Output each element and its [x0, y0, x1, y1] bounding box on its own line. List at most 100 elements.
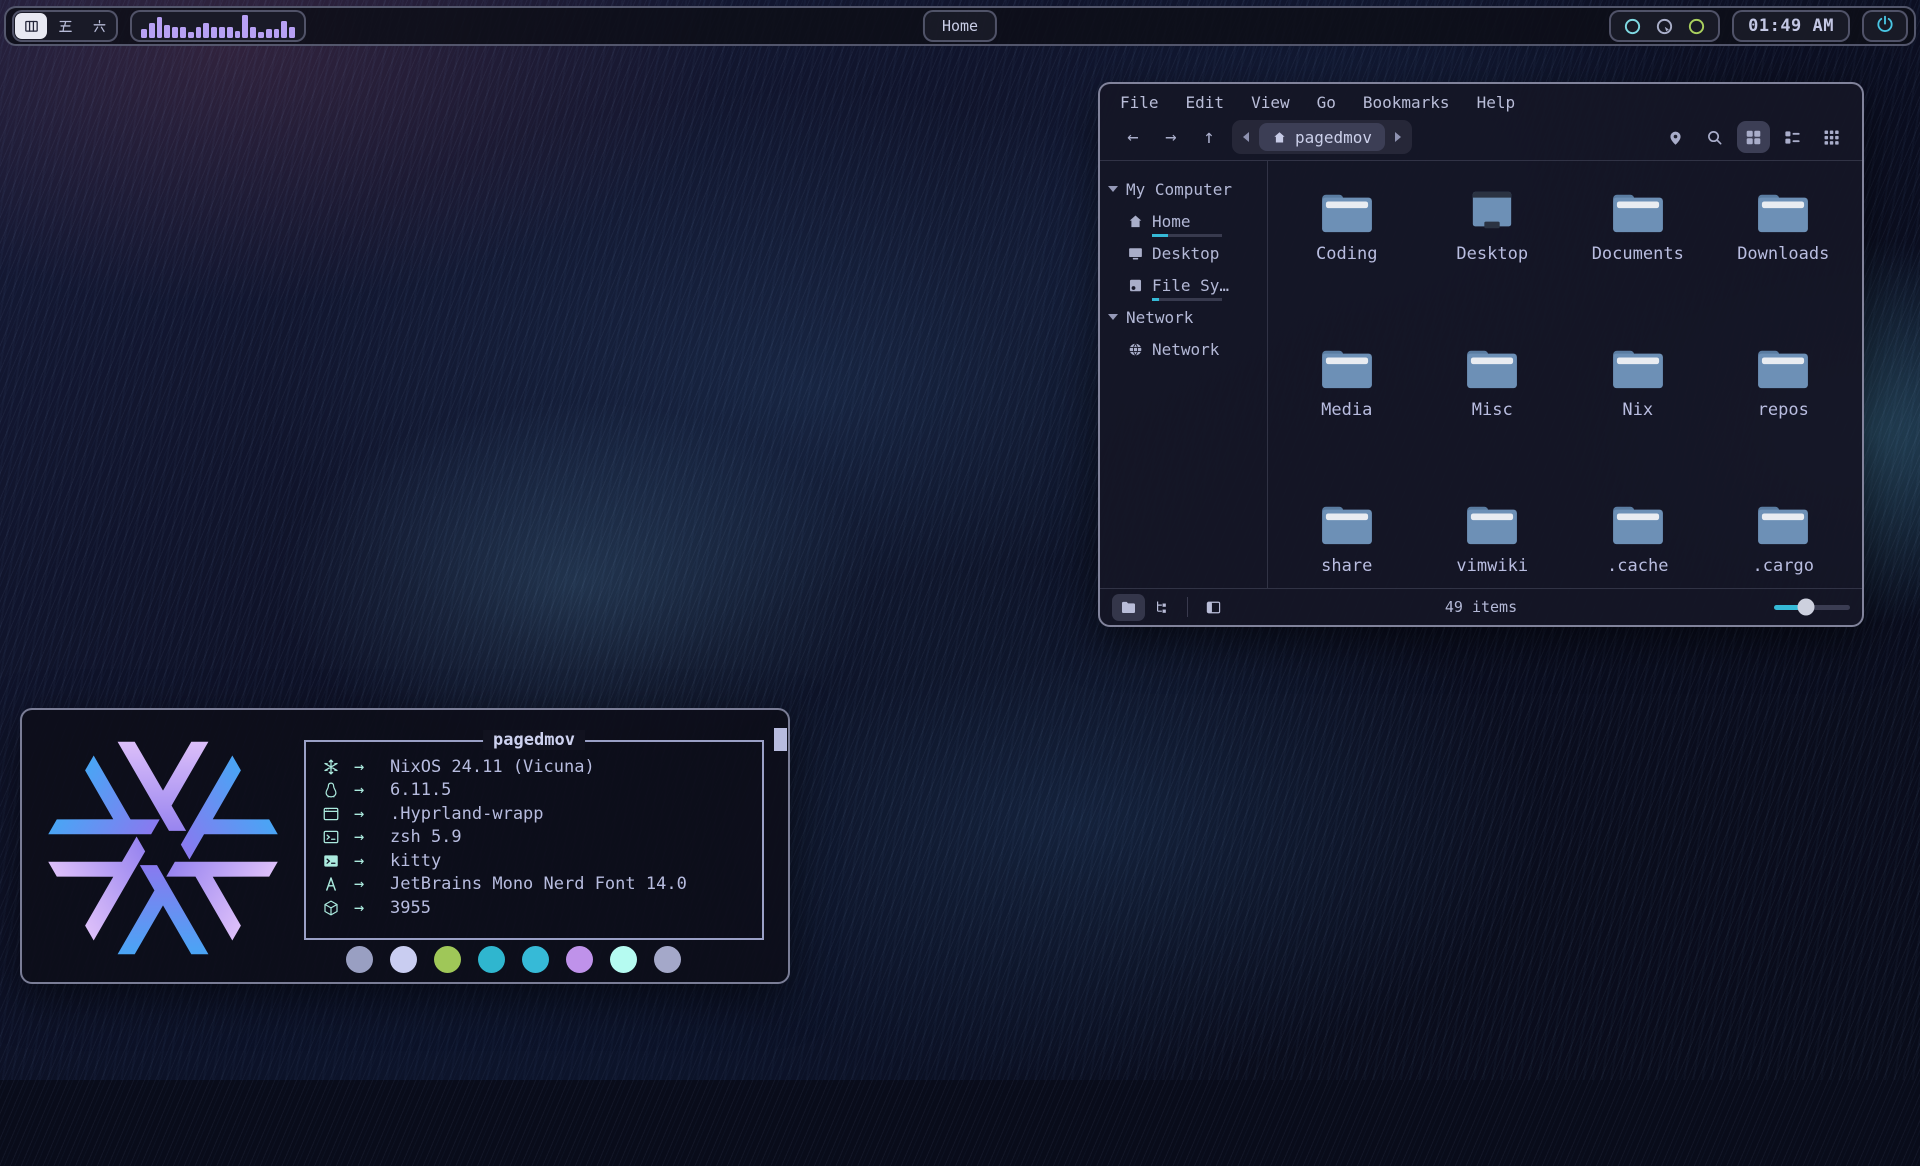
file-item-label: Media [1321, 400, 1372, 420]
status-separator [1187, 597, 1188, 617]
folder-icon [1464, 327, 1520, 391]
folder-icon [1755, 483, 1811, 547]
file-item-label: Documents [1592, 244, 1684, 264]
visualizer-bar [196, 27, 202, 38]
terminal-cursor [774, 728, 787, 751]
tree-view-button[interactable] [1145, 594, 1178, 621]
fetch-row: →3955 [322, 896, 746, 920]
arrow-icon: → [349, 851, 390, 871]
power-button[interactable] [1862, 10, 1908, 42]
fetch-value: 3955 [390, 898, 431, 918]
menu-item-help[interactable]: Help [1477, 93, 1516, 112]
visualizer-bar [266, 29, 272, 38]
sidebar-item-label: File Sy… [1152, 276, 1229, 295]
side-pane-toggle-button[interactable] [1197, 594, 1230, 621]
show-files-button[interactable] [1112, 594, 1145, 621]
file-item-label: Misc [1472, 400, 1513, 420]
file-item-downloads[interactable]: Downloads [1711, 171, 1857, 327]
file-item-desktop[interactable]: Desktop [1420, 171, 1566, 327]
compact-view-button[interactable] [1815, 121, 1848, 153]
visualizer-bar [258, 32, 264, 38]
sidebar-item-home[interactable]: Home [1100, 205, 1267, 237]
workspace-button-1[interactable] [15, 13, 47, 39]
list-view-button[interactable] [1776, 121, 1809, 153]
globe-icon [1127, 341, 1144, 358]
visualizer-bar [164, 25, 170, 38]
sidebar-item-network[interactable]: Network [1100, 333, 1267, 365]
indicator-green[interactable] [1686, 16, 1707, 37]
breadcrumb-left-chevron-icon[interactable] [1243, 132, 1249, 142]
status-indicators [1609, 10, 1720, 42]
top-bar: Home 01:49 AM [4, 6, 1916, 46]
fetch-row: →zsh 5.9 [322, 826, 746, 850]
audio-visualizer [130, 10, 306, 42]
folder-icon [1610, 327, 1666, 391]
folder-icon [1610, 171, 1666, 235]
sidebar-item-label: Home [1152, 212, 1191, 231]
sidebar-item-label: Network [1152, 340, 1219, 359]
clock-label: 01:49 AM [1748, 16, 1834, 36]
forward-button[interactable]: → [1152, 126, 1190, 148]
top-bar-right: 01:49 AM [1609, 10, 1908, 42]
active-window-title-label: Home [942, 17, 978, 35]
menu-item-edit[interactable]: Edit [1186, 93, 1225, 112]
file-item-label: Downloads [1737, 244, 1829, 264]
drive-icon [1127, 277, 1144, 294]
zoom-slider-knob[interactable] [1797, 599, 1814, 616]
palette-dot [390, 946, 417, 973]
arrow-icon: → [349, 780, 390, 800]
home-icon [1127, 213, 1144, 230]
file-item-misc[interactable]: Misc [1420, 327, 1566, 483]
zoom-slider[interactable] [1774, 589, 1850, 625]
nixos-logo [38, 728, 288, 968]
file-manager-body: My Computer Home Desktop File Sy… Network Net… [1100, 160, 1862, 588]
sidebar-item-desktop[interactable]: Desktop [1100, 237, 1267, 269]
menu-item-view[interactable]: View [1251, 93, 1290, 112]
folder-icon [1319, 327, 1375, 391]
sidebar-section-label: My Computer [1126, 180, 1232, 199]
places-pin-button[interactable] [1659, 121, 1692, 153]
arrow-icon: → [349, 827, 390, 847]
file-item-nix[interactable]: Nix [1565, 327, 1711, 483]
visualizer-bar [235, 31, 241, 38]
folder-icon [1755, 327, 1811, 391]
folder-icon [1610, 483, 1666, 547]
file-item-media[interactable]: Media [1274, 327, 1420, 483]
sidebar-section-network[interactable]: Network [1100, 301, 1267, 333]
file-item-label: .cargo [1753, 556, 1814, 576]
workspace-switcher [12, 10, 118, 42]
workspace-button-2[interactable] [49, 13, 81, 39]
menu-item-bookmarks[interactable]: Bookmarks [1363, 93, 1450, 112]
fetch-row: →NixOS 24.11 (Vicuna) [322, 755, 746, 779]
file-item-repos[interactable]: repos [1711, 327, 1857, 483]
icon-view-button[interactable] [1737, 121, 1770, 153]
menu-item-file[interactable]: File [1120, 93, 1159, 112]
collapse-arrow-icon [1108, 186, 1118, 192]
up-button[interactable]: ↑ [1190, 126, 1228, 148]
home-icon [1272, 130, 1287, 145]
folder-icon [1755, 171, 1811, 235]
visualizer-bar [242, 15, 248, 38]
breadcrumb-right-chevron-icon[interactable] [1395, 132, 1401, 142]
visualizer-bar [188, 32, 194, 38]
search-button[interactable] [1698, 121, 1731, 153]
indicator-cyan[interactable] [1622, 16, 1643, 37]
file-item-coding[interactable]: Coding [1274, 171, 1420, 327]
indicator-lavender[interactable] [1654, 16, 1675, 37]
file-item-label: .cache [1607, 556, 1668, 576]
visualizer-bar [289, 27, 295, 38]
fetch-hostname: pagedmov [483, 730, 585, 750]
sidebar-section-my-computer[interactable]: My Computer [1100, 173, 1267, 205]
menu-item-go[interactable]: Go [1317, 93, 1336, 112]
nix-snowflake-icon [322, 758, 349, 776]
workspace-button-3[interactable] [83, 13, 115, 39]
back-button[interactable]: ← [1114, 126, 1152, 148]
sidebar: My Computer Home Desktop File Sy… Network Net… [1100, 161, 1268, 588]
sidebar-item-filesy[interactable]: File Sy… [1100, 269, 1267, 301]
desktop-icon [1464, 171, 1520, 235]
file-item-label: vimwiki [1456, 556, 1528, 576]
visualizer-bar [172, 27, 178, 38]
file-item-documents[interactable]: Documents [1565, 171, 1711, 327]
terminal-color-palette [346, 946, 681, 973]
breadcrumb-segment-home[interactable]: pagedmov [1259, 123, 1385, 151]
